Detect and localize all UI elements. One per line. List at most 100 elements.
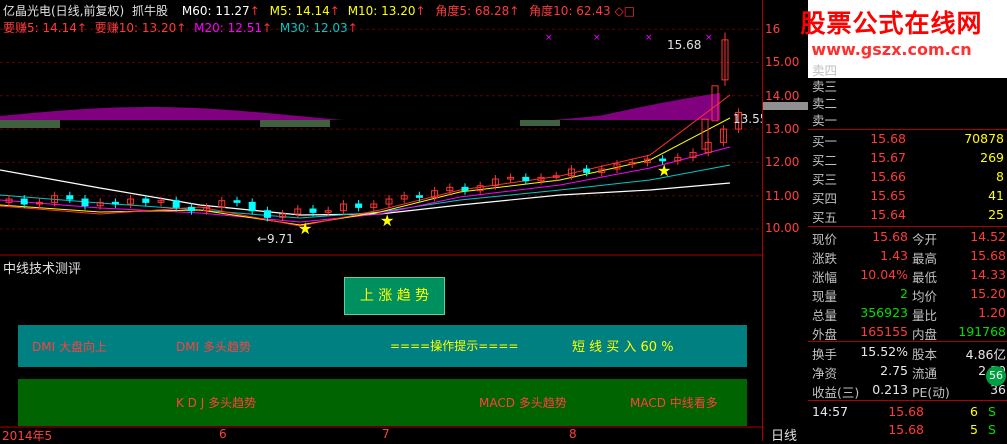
stock-name: 亿晶光电(日线,前复权) [3, 4, 125, 18]
bid-label: 买三 [812, 172, 838, 187]
candle-body [142, 198, 150, 203]
dmi-trend: DMI 多头趋势 [176, 340, 251, 354]
stat-value: 15.68 [872, 229, 908, 244]
stat-value-2: 191768 [958, 324, 1006, 339]
stat-value-2: 15.68 [970, 248, 1006, 263]
dmi-market: DMI 大盘向上 [32, 340, 107, 354]
extra-row: 收益(三) 0.213 PE(动) 36 [808, 382, 1007, 400]
ma20-line [0, 146, 731, 223]
bid-volume: 41 [988, 188, 1004, 203]
tick-time: 14:57 [812, 404, 849, 419]
buy5-value: 要赚5: 14.14 [3, 21, 77, 35]
tick-volume: 5 [970, 422, 978, 437]
kline-chart-area[interactable]: ★ ★ ★ × × × × 亿晶光电(日线,前复权) 抓牛股 M60: 11.27↑ M5:… [0, 0, 767, 443]
signal-marker: × [645, 33, 653, 43]
bid-volume: 8 [996, 169, 1004, 184]
bid-price: 15.67 [870, 150, 906, 165]
panel-title: 中线技术测评 [3, 262, 82, 277]
candle-body [355, 203, 363, 208]
m30-value: M30: 12.03 [279, 21, 348, 35]
m10-value: M10: 13.20 [347, 4, 416, 18]
extra-row: 换手 15.52% 股本 4.86亿 [808, 344, 1007, 362]
extra-label: 净资 [812, 366, 838, 381]
stat-row: 涨跌 1.43 最高 15.68 [808, 248, 1007, 266]
candle-body [187, 206, 195, 212]
axis-16: 16 [765, 22, 781, 36]
banner-title: 股票公式在线网 [800, 9, 983, 38]
stat-label-2: 今开 [912, 232, 938, 247]
kdj-trend: K D J 多头趋势 [176, 396, 257, 410]
stat-row: 现量 2 均价 15.20 [808, 286, 1007, 304]
kline-chart[interactable]: ★ ★ ★ × × × × [0, 0, 762, 441]
chart-header-line1: 亿晶光电(日线,前复权) 抓牛股 M60: 11.27↑ M5: 14.14↑ … [3, 4, 636, 18]
tick-price: 15.68 [888, 404, 924, 419]
macd-trend: MACD 多头趋势 [479, 396, 567, 410]
buy-star-marker: ★ [657, 161, 671, 180]
bid-row: 买一 15.68 70878 [808, 131, 1007, 149]
date-label-aug: 8 [569, 427, 577, 441]
extra-value: 15.52% [860, 344, 908, 359]
date-label-jun: 6 [219, 427, 227, 441]
bid-volume: 269 [980, 150, 1004, 165]
indicator-band-low [0, 120, 60, 128]
stat-row: 总量 356923 量比 1.20 [808, 305, 1007, 323]
bid-row: 买五 15.64 25 [808, 207, 1007, 225]
bid-row: 买三 15.66 8 [808, 169, 1007, 187]
candle-body [309, 208, 317, 213]
high-price-label: 15.68 [667, 38, 702, 52]
candle-body [20, 198, 28, 205]
stat-value: 165155 [860, 324, 908, 339]
stat-label: 现价 [812, 232, 838, 247]
angle5-value: 角度5: 68.28 [435, 4, 510, 18]
bid-label: 买二 [812, 153, 838, 168]
candle-body [263, 210, 271, 218]
bid-price: 15.64 [870, 207, 906, 222]
stat-value: 356923 [860, 305, 908, 320]
banner-url: www.gszx.com.cn [811, 40, 972, 59]
low-price-label: ←9.71 [257, 232, 294, 246]
signal-marker: × [705, 33, 713, 43]
bid-row: 买四 15.65 41 [808, 188, 1007, 206]
stat-value-2: 14.33 [970, 267, 1006, 282]
date-label-may: 2014年5 [2, 429, 53, 443]
period-label: 日线 [771, 429, 798, 444]
trend-button[interactable]: 上 涨 趋 势 [344, 277, 445, 315]
m20-value: M20: 12.51 [194, 21, 262, 35]
formula-name: 抓牛股 [132, 4, 169, 18]
operation-tip: ====操作提示==== [390, 339, 519, 353]
bid-price: 15.65 [870, 188, 906, 203]
macd-midterm: MACD 中线看多 [630, 396, 718, 410]
tick-row: 14:57 15.68 6 S [808, 404, 1007, 421]
axis-11: 11.00 [765, 189, 800, 203]
notification-badge[interactable]: 56 [986, 366, 1006, 386]
short-buy-advice: 短 线 买 入 60 % [572, 340, 674, 355]
m60-value: M60: 11.27 [181, 4, 250, 18]
extra-label-2: 流通 [912, 366, 938, 381]
candle-body [522, 176, 530, 182]
price-axis: 16 15.00 14.00 13.00 12.00 11.00 10.00 日… [762, 0, 809, 444]
candle-body [66, 195, 74, 200]
buy10-value: 要赚10: 13.20 [94, 21, 177, 35]
tick-row: 15.68 5 S [808, 422, 1007, 439]
bid-price: 15.68 [870, 131, 906, 146]
candle-body [233, 200, 241, 203]
stat-value-2: 15.20 [970, 286, 1006, 301]
quote-panel: 股票公式在线网 www.gszx.com.cn 卖四 卖三 卖二 卖一 买一 15… [800, 0, 1007, 441]
stat-value: 2 [900, 286, 908, 301]
candle-body [583, 168, 591, 173]
current-price-marker [763, 102, 809, 110]
buy-star-marker: ★ [380, 211, 394, 230]
sell1-label: 卖一 [812, 113, 838, 128]
candle-body [248, 201, 256, 212]
bid-label: 买四 [812, 191, 838, 206]
candle-body [81, 198, 89, 207]
date-label-jul: 7 [382, 427, 390, 441]
signal-marker: × [545, 33, 553, 43]
candle-body [111, 201, 119, 205]
stat-label-2: 最低 [912, 270, 938, 285]
indicator-band [0, 92, 720, 120]
axis-13: 13.00 [765, 122, 800, 136]
bid-label: 买五 [812, 210, 838, 225]
tick-side: S [988, 422, 996, 437]
buy-star-marker: ★ [298, 219, 312, 238]
